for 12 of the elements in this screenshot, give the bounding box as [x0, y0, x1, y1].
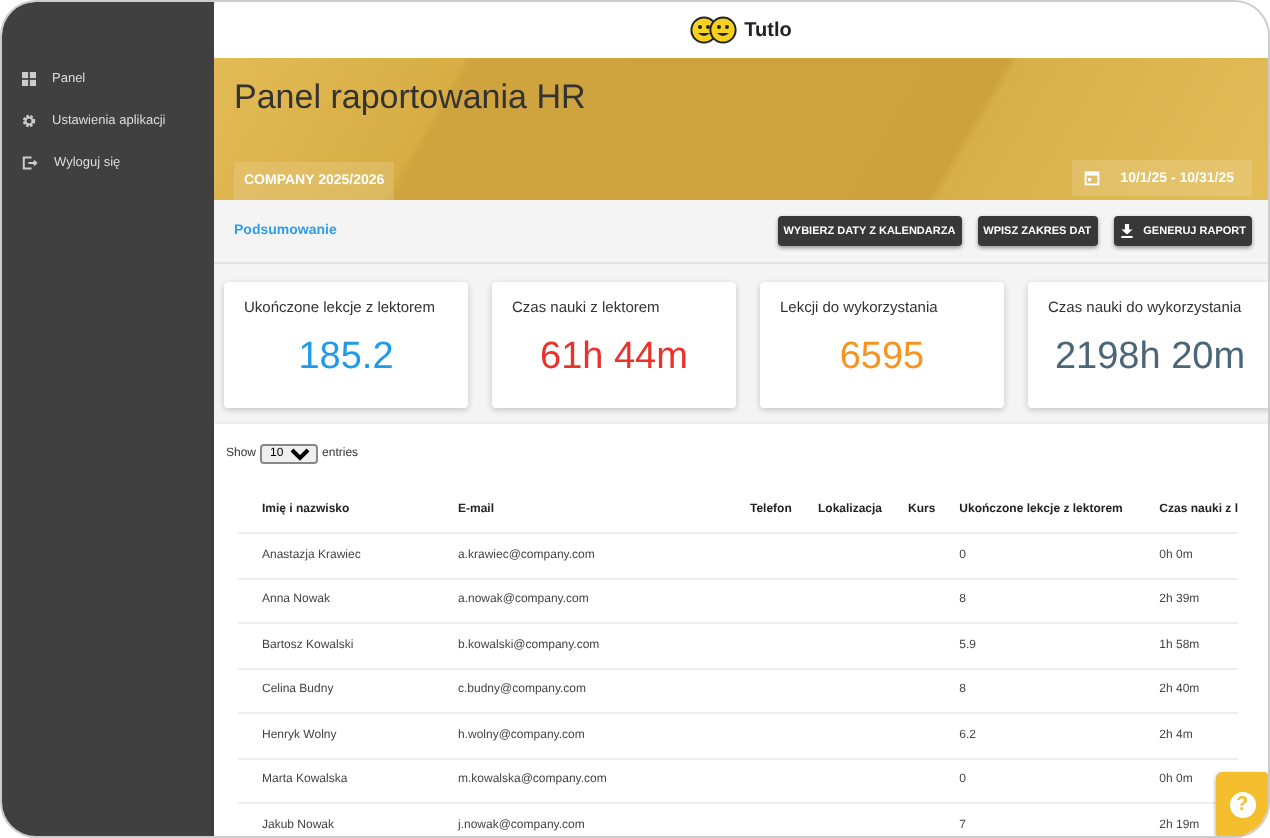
calendar-icon — [1084, 170, 1101, 186]
stat-value: 6595 — [837, 336, 927, 380]
settings-icon — [22, 114, 36, 128]
download-icon — [1119, 224, 1134, 238]
stat-value: 185.2 — [296, 336, 396, 380]
stat-value: 61h 44m — [538, 336, 690, 380]
logout-icon — [22, 156, 38, 170]
grid-icon — [22, 72, 36, 86]
page-title: Panel raportowania HR — [234, 78, 588, 118]
logo-text: Tutlo — [744, 19, 792, 41]
smiley-logo-icon — [690, 16, 739, 44]
stat-value: 2198h 20m — [1052, 336, 1248, 380]
